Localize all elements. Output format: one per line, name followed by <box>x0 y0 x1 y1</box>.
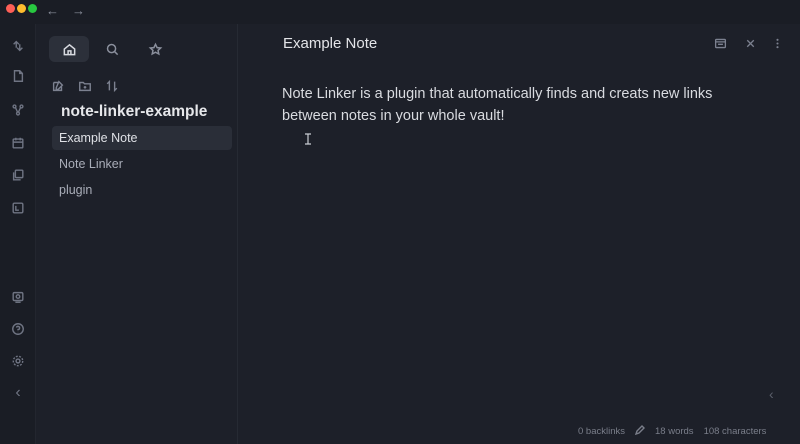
edit-icon[interactable] <box>634 424 645 438</box>
terminal-icon[interactable] <box>10 200 26 216</box>
title-bar: ← → <box>0 0 800 24</box>
file-explorer-sidebar: note-linker-example Example Note Note Li… <box>36 24 238 444</box>
close-icon[interactable] <box>742 35 758 51</box>
minimize-window-button[interactable] <box>17 4 26 13</box>
close-window-button[interactable] <box>6 4 15 13</box>
note-content[interactable]: Note Linker is a plugin that automatical… <box>282 83 752 127</box>
zoom-window-button[interactable] <box>28 4 37 13</box>
status-bar: 0 backlinks 18 words 108 characters <box>578 423 766 439</box>
word-count: 18 words <box>655 425 694 437</box>
star-icon[interactable] <box>135 36 175 62</box>
editor-pane: Example Note Note Linker is a plugin tha… <box>238 24 800 444</box>
switcher-icon[interactable] <box>10 38 26 54</box>
arrow-left-icon[interactable]: ← <box>46 4 59 18</box>
copy-icon[interactable] <box>10 167 26 183</box>
collapse-right-sidebar-icon[interactable]: ‹ <box>769 386 774 402</box>
collapse-ribbon-icon[interactable]: ‹ <box>10 384 26 401</box>
search-icon[interactable] <box>92 36 132 62</box>
left-ribbon: ‹ <box>0 24 36 444</box>
vault-icon[interactable] <box>10 289 26 305</box>
text-cursor-icon <box>304 132 312 145</box>
new-note-icon[interactable] <box>50 78 66 94</box>
sidebar-tabs <box>36 24 238 68</box>
file-icon[interactable] <box>10 68 26 84</box>
calendar-icon[interactable] <box>10 135 26 151</box>
arrow-right-icon[interactable]: → <box>72 4 85 18</box>
graph-icon[interactable] <box>10 102 26 118</box>
backlinks-count[interactable]: 0 backlinks <box>578 426 625 437</box>
file-item-plugin[interactable]: plugin <box>52 178 232 202</box>
home-icon[interactable] <box>49 36 89 62</box>
settings-icon[interactable] <box>10 353 26 369</box>
help-icon[interactable] <box>10 321 26 337</box>
file-item-example-note[interactable]: Example Note <box>52 126 232 150</box>
more-options-icon[interactable] <box>769 35 785 51</box>
reading-view-icon[interactable] <box>712 35 728 51</box>
note-title[interactable]: Example Note <box>283 35 377 52</box>
file-item-note-linker[interactable]: Note Linker <box>52 152 232 176</box>
vault-name[interactable]: note-linker-example <box>61 103 207 121</box>
sort-icon[interactable] <box>104 78 120 94</box>
character-count: 108 characters <box>703 425 767 437</box>
app-window: ← → ‹ note-linker-example Example Note N… <box>0 0 800 444</box>
new-folder-icon[interactable] <box>77 78 93 94</box>
